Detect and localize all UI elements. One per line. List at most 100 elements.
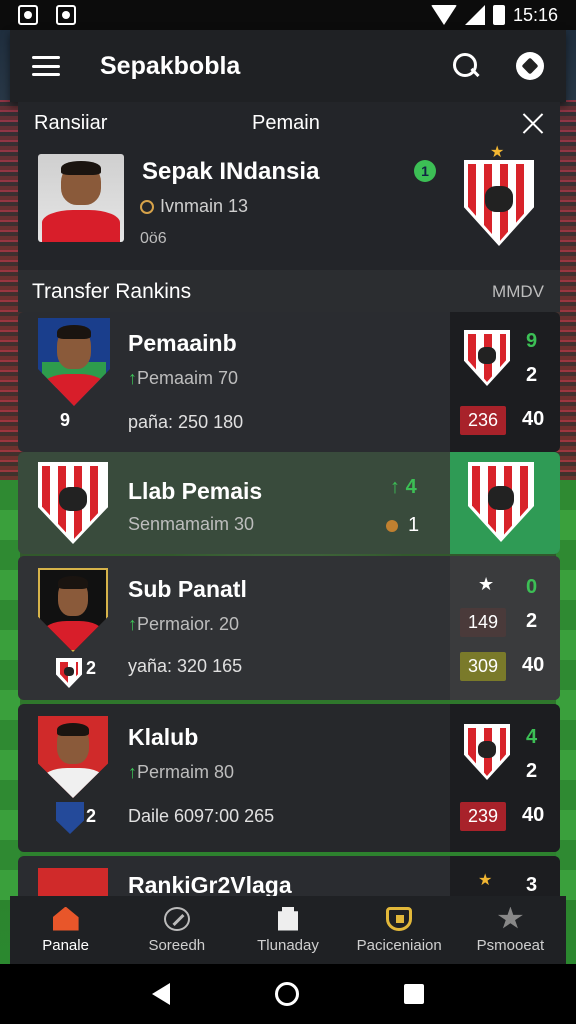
badge-number: 2 [86,658,97,678]
score-value: 40 [522,408,545,430]
status-time: 15:16 [512,4,558,25]
card-title: Klalub [128,724,199,750]
dot-icon [386,519,398,532]
clock-icon [140,199,154,214]
ranking-card[interactable]: 2 Sub Panatl ↑Permaior. 20 yaña: 320 165… [18,556,560,700]
nav-item-tlunaday[interactable]: Tlunaday [232,896,343,964]
battery-icon [492,5,505,25]
trend-up-icon: ↑ [128,368,137,388]
football-icon[interactable] [516,52,544,80]
system-navigation-bar [0,964,576,1024]
nav-item-soreedh[interactable]: Soreedh [121,896,232,964]
card-subtitle-text: Pemaaim 70 [137,368,239,388]
player-crest [38,716,108,798]
status-badge: 1 [414,160,436,182]
player-crest [38,318,110,406]
card-title: RankiGr2Vlaga [128,872,292,898]
card-side-panel: ★ 0 149 2 309 40 [450,556,560,700]
side-rank: 0 [526,576,538,598]
home-icon [52,906,79,931]
score-pill: 236 [460,406,507,435]
search-icon[interactable] [452,52,480,80]
star-icon: ★ [478,872,493,889]
side-rank: 4 [526,726,538,748]
card-title: Pemaainb [128,330,237,356]
card-subtitle-text: Permaim 80 [137,762,235,782]
side-value: 2 [526,364,538,386]
rankings-filter[interactable]: MMDV [492,282,544,302]
gallery-icon [18,5,38,25]
player-subtitle-text: Ivnmain 13 [160,196,249,216]
rank-change-value: 4 [405,476,417,498]
score-pill: 309 [460,652,507,681]
side-rank: 3 [526,874,538,896]
player-code: 0ö6 [140,230,167,247]
nav-item-paciceniaion[interactable]: Paciceniaion [344,896,455,964]
star-icon: ★ [490,144,505,161]
card-stat: paña: 250 180 [128,412,244,432]
home-button-icon[interactable] [274,982,299,1006]
side-value: 2 [526,610,538,632]
card-side-panel [450,452,560,554]
card-subtitle: ↑Permaior. 20 [128,614,239,635]
side-rank: 9 [526,330,538,352]
rank-number: 9 [60,410,71,430]
trend-up-icon: ↑ [128,614,137,634]
card-subtitle: Senmamaim 30 [128,514,255,534]
card-subtitle-text: Permaior. 20 [137,614,240,634]
card-subtitle: ↑Permaim 80 [128,762,234,783]
nav-label: Soreedh [148,936,206,954]
back-icon[interactable] [152,983,171,1005]
badge-number: 2 [86,806,97,826]
card-stat: Daile 6097:00 265 [128,806,275,826]
nav-label: Panale [42,936,89,954]
rankings-header: Transfer Rankins MMDV [18,270,560,312]
club-badge-icon [56,658,82,688]
nav-label: Psmooeat [476,936,545,954]
card-side-panel: 9 2 236 40 [450,312,560,452]
nav-item-panale[interactable]: Panale [10,896,121,964]
pitch-background-left [0,480,20,900]
card-subtitle: ↑Pemaaim 70 [128,368,238,389]
score-value: 40 [522,654,545,676]
trend-up-icon: ↑ [128,762,137,782]
card-title: Llab Pemais [128,478,263,504]
compass-icon [163,906,190,931]
ranking-card[interactable]: Llab Pemais Senmamaim 30 ↑ 4 1 [18,452,560,554]
club-crest [38,462,108,544]
star-icon: ★ [478,574,495,594]
card-title: Sub Panatl [128,576,247,602]
club-badge-icon [56,802,84,834]
app-title: Sepakbobla [100,51,241,80]
ranking-card[interactable]: 9 Pemaainb ↑Pemaaim 70 paña: 250 180 9 2… [18,312,560,452]
rank-number: 1 [386,514,419,537]
player-header-panel: Ransiiar Pemain Sepak INdansia Ivnmain 1… [18,102,560,270]
nav-label: Paciceniaion [356,936,442,954]
header-center-label: Pemain [252,112,320,134]
ranking-card[interactable]: 2 Klalub ↑Permaim 80 Daile 6097:00 265 4… [18,704,560,852]
score-value: 40 [522,804,545,826]
signal-icon [464,5,485,25]
rank-number-value: 1 [408,514,420,536]
menu-icon[interactable] [32,56,60,76]
badge-icon [386,906,413,931]
card-stat: yaña: 320 165 [128,656,243,676]
player-crest [38,568,108,652]
close-icon[interactable] [522,112,544,134]
card-side-panel: 4 2 239 40 [450,704,560,852]
club-crest [464,330,510,386]
player-name: Sepak INdansia [142,158,320,185]
wifi-icon [430,5,457,25]
bottom-navigation: Panale Soreedh Tlunaday Paciceniaion Psm… [10,896,566,964]
recent-apps-icon[interactable] [403,984,424,1004]
star-icon [497,906,523,929]
side-value: 2 [526,760,538,782]
trend-up-icon: ↑ [390,476,406,498]
nav-item-psmooeat[interactable]: Psmooeat [455,896,566,964]
player-subtitle: Ivnmain 13 [140,196,248,217]
app-bar: Sepakbobla [10,30,566,102]
rank-change: ↑ 4 [390,476,417,499]
status-bar: 15:16 [0,0,576,30]
club-crest [464,160,534,246]
trophy-icon [278,906,298,931]
